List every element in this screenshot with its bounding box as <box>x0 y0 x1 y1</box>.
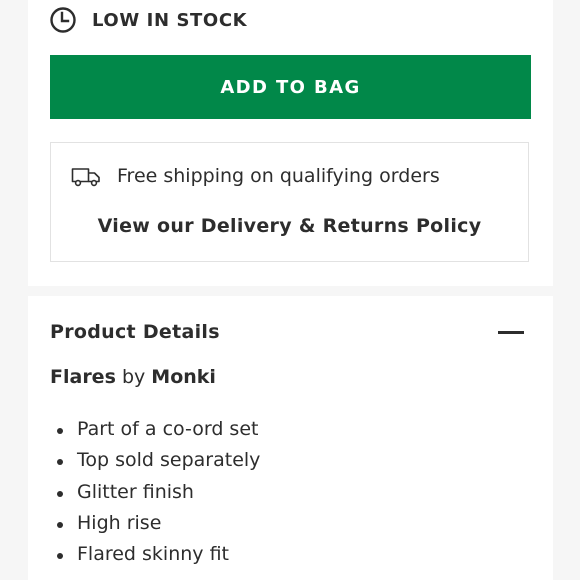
stock-status-label: LOW IN STOCK <box>92 9 248 31</box>
product-name-line: Flares by Monki <box>50 366 216 388</box>
list-item: Part of a co-ord set <box>50 414 260 445</box>
truck-icon <box>71 168 100 187</box>
feature-list: Part of a co-ord set Top sold separately… <box>50 414 260 570</box>
minus-icon[interactable] <box>498 330 524 334</box>
delivery-info-box: Free shipping on qualifying orders View … <box>50 142 529 262</box>
by-text: by <box>121 366 146 388</box>
list-item: Flared skinny fit <box>50 539 260 570</box>
list-item: High rise <box>50 508 260 539</box>
brand-link[interactable]: Monki <box>151 366 216 388</box>
list-item: Glitter finish <box>50 477 260 508</box>
clock-icon <box>50 7 76 33</box>
free-shipping-text: Free shipping on qualifying orders <box>117 165 440 187</box>
add-to-bag-button[interactable]: ADD TO BAG <box>50 55 531 119</box>
product-details-panel: Product Details Flares by Monki Part of … <box>28 296 553 580</box>
product-details-accordion-header[interactable]: Product Details <box>50 316 525 348</box>
delivery-returns-policy-link[interactable]: View our Delivery & Returns Policy <box>51 215 528 237</box>
list-item: Top sold separately <box>50 445 260 476</box>
purchase-panel: LOW IN STOCK ADD TO BAG Free shipping on… <box>28 0 553 286</box>
product-name: Flares <box>50 366 116 388</box>
stock-status: LOW IN STOCK <box>50 6 247 34</box>
product-details-title: Product Details <box>50 321 220 343</box>
